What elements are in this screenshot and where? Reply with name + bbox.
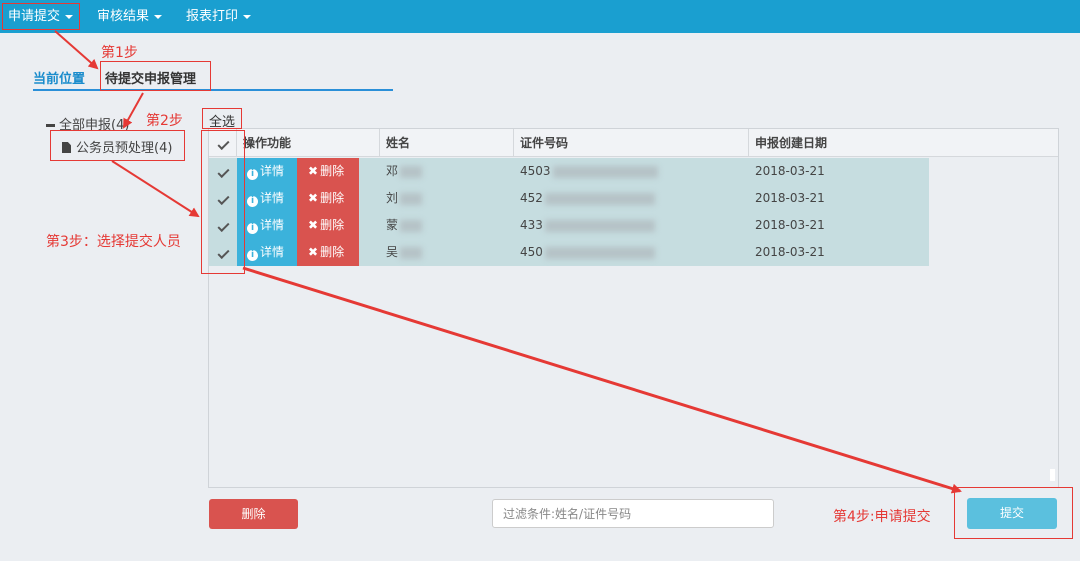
arrow-step1-icon bbox=[54, 30, 99, 70]
annotation-arrows bbox=[54, 30, 962, 494]
arrow-step4-icon bbox=[242, 266, 962, 494]
arrow-step2-icon bbox=[123, 92, 144, 129]
arrow-step3-icon bbox=[111, 160, 200, 218]
